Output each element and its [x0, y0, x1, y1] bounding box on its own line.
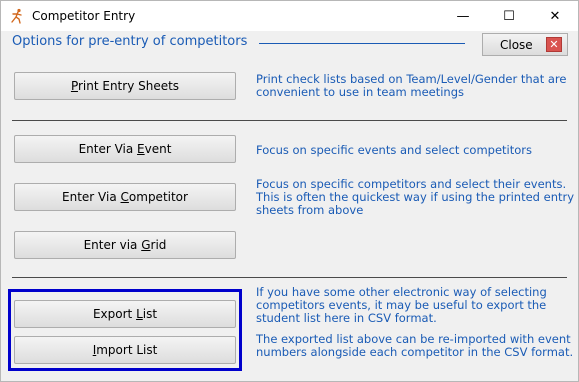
- window-close-button[interactable]: ✕: [532, 1, 578, 31]
- runner-app-icon: [11, 8, 22, 24]
- grid-label-post: rid: [150, 238, 167, 252]
- print-description: Print check lists based on Team/Level/Ge…: [256, 72, 567, 99]
- print-label-accel: P: [70, 79, 78, 93]
- minimize-icon: —: [456, 8, 470, 24]
- enter-via-grid-button[interactable]: Enter via Grid: [14, 231, 236, 259]
- grid-label-pre: Enter via: [83, 238, 142, 252]
- minimize-button[interactable]: —: [440, 1, 486, 31]
- export-description: If you have some other electronic way of…: [256, 285, 547, 325]
- close-button-label: Close: [500, 38, 533, 52]
- close-x-icon: ✕: [546, 37, 562, 52]
- competitor-label-post: ompetitor: [128, 190, 188, 204]
- event-description: Focus on specific events and select comp…: [256, 143, 533, 157]
- export-list-button[interactable]: Export List: [14, 300, 236, 328]
- separator-2: [12, 277, 567, 278]
- enter-via-event-button[interactable]: Enter Via Event: [14, 135, 236, 163]
- export-label-accel: L: [136, 307, 143, 321]
- section-heading: Options for pre-entry of competitors: [12, 34, 248, 49]
- title-bar[interactable]: Competitor Entry — ☐ ✕: [1, 1, 578, 31]
- enter-via-competitor-button[interactable]: Enter Via Competitor: [14, 183, 236, 211]
- competitor-label-pre: Enter Via: [62, 190, 121, 204]
- import-label-post: mport List: [96, 343, 158, 357]
- maximize-icon: ☐: [503, 8, 515, 24]
- competitor-entry-window: Competitor Entry — ☐ ✕ Options for pre-e…: [0, 0, 579, 382]
- close-icon: ✕: [549, 8, 561, 24]
- close-button[interactable]: Close ✕: [482, 33, 568, 56]
- grid-label-accel: G: [141, 238, 151, 252]
- event-label-pre: Enter Via: [78, 142, 138, 156]
- event-label-accel: E: [137, 142, 145, 156]
- import-list-button[interactable]: Import List: [14, 336, 236, 364]
- export-label-pre: Export: [92, 307, 137, 321]
- competitor-label-accel: C: [120, 190, 129, 204]
- competitor-description: Focus on specific competitors and select…: [256, 177, 575, 217]
- print-entry-sheets-button[interactable]: Print Entry Sheets: [14, 72, 236, 100]
- maximize-button[interactable]: ☐: [486, 1, 532, 31]
- event-label-post: vent: [144, 142, 172, 156]
- export-label-post: ist: [142, 307, 158, 321]
- window-title: Competitor Entry: [32, 9, 136, 23]
- print-label-post: rint Entry Sheets: [77, 79, 180, 93]
- heading-divider: [259, 43, 465, 44]
- import-description: The exported list above can be re-import…: [256, 332, 574, 359]
- separator-1: [12, 120, 567, 121]
